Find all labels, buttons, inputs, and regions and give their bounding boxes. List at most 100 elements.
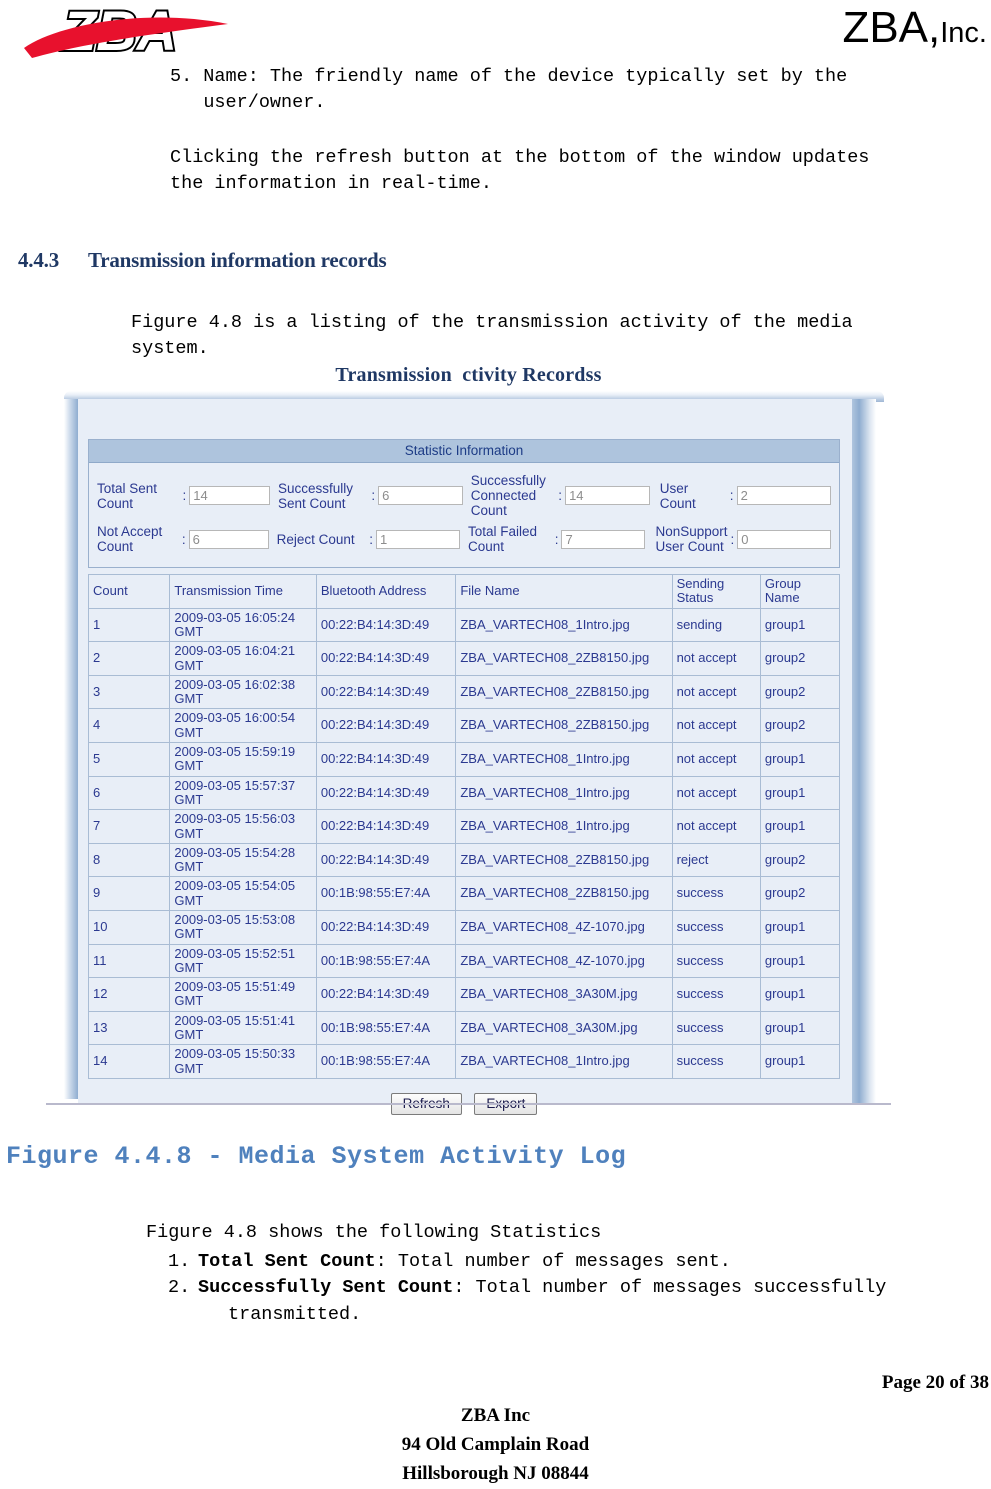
- separator-colon: :: [371, 488, 376, 504]
- input-successfully-connected-count[interactable]: 14: [565, 486, 650, 506]
- footer-street: 94 Old Camplain Road: [401, 1433, 590, 1455]
- window-right-edge-scrollbar[interactable]: [852, 399, 876, 1103]
- cell-file-name: ZBA_VARTECH08_2ZB8150.jpg: [455, 708, 673, 744]
- label-successfully-connected-count: Successfully Connected Count: [470, 473, 546, 519]
- cell-count: 4: [87, 708, 171, 744]
- column-header-sending-status[interactable]: Sending Status: [671, 573, 761, 609]
- cell-count: 9: [87, 876, 171, 911]
- separator-colon: :: [554, 531, 559, 547]
- statistic-fields-grid: Total Sent Count : 14 Successfully Sent …: [89, 463, 839, 567]
- label-not-accept-count: Not Accept Count: [97, 524, 163, 555]
- cell-sending-status: not accept: [671, 708, 761, 744]
- zba-logo-icon: ZBA: [24, 2, 228, 64]
- cell-count: 5: [87, 742, 171, 777]
- cell-file-name: ZBA_VARTECH08_2ZB8150.jpg: [455, 674, 673, 710]
- cell-count: 3: [87, 674, 171, 710]
- zba-logo: ZBA: [18, 2, 268, 64]
- separator-colon: :: [181, 531, 186, 547]
- input-total-sent-count[interactable]: 14: [189, 486, 270, 506]
- table-row[interactable]: 3 2009-03-05 16:02:38 GMT 00:22:B4:14:3D:4…: [87, 674, 841, 710]
- table-row[interactable]: 8 2009-03-05 15:54:28 GMT 00:22:B4:14:3D:4…: [87, 842, 841, 878]
- input-total-failed-count[interactable]: 7: [561, 529, 646, 549]
- list-item-number: 2.: [168, 1277, 191, 1299]
- cell-bluetooth-address: 00:22:B4:14:3D:49: [315, 607, 457, 643]
- cell-bluetooth-address: 00:22:B4:14:3D:49: [315, 742, 457, 777]
- footer-company: ZBA Inc: [460, 1405, 531, 1426]
- input-nonsupport-user-count[interactable]: 0: [737, 529, 831, 549]
- cell-bluetooth-address: 00:1B:98:55:E7:4A: [315, 1044, 457, 1079]
- cell-group-name: group1: [759, 742, 841, 777]
- page-header: ZBA ZBA,Inc.: [0, 0, 991, 68]
- cell-sending-status: success: [671, 909, 761, 945]
- cell-group-name: group1: [759, 1044, 841, 1079]
- cell-bluetooth-address: 00:22:B4:14:3D:49: [315, 775, 457, 811]
- separator-colon: :: [729, 488, 734, 504]
- statistic-row-1: Total Sent Count : 14 Successfully Sent …: [97, 473, 832, 519]
- table-row[interactable]: 12 2009-03-05 15:51:49 GMT 00:22:B4:14:3D:…: [87, 977, 841, 1012]
- table-row[interactable]: 4 2009-03-05 16:00:54 GMT 00:22:B4:14:3D:4…: [87, 708, 841, 744]
- table-row[interactable]: 1 2009-03-05 16:05:24 GMT 00:22:B4:14:3D:4…: [87, 607, 841, 643]
- cell-group-name: group2: [759, 674, 841, 710]
- cell-sending-status: reject: [671, 842, 761, 878]
- cell-count: 8: [87, 842, 171, 878]
- table-row[interactable]: 14 2009-03-05 15:50:33 GMT 00:1B:98:55:E7:…: [87, 1044, 841, 1079]
- cell-count: 11: [87, 943, 171, 979]
- separator-colon: :: [558, 488, 563, 504]
- table-row[interactable]: 13 2009-03-05 15:51:41 GMT 00:1B:98:55:E7:…: [87, 1010, 841, 1046]
- footer-address: ZBA Inc 94 Old Camplain Road Hillsboroug…: [0, 1402, 991, 1489]
- cell-file-name: ZBA_VARTECH08_1Intro.jpg: [455, 809, 673, 844]
- cell-group-name: group1: [759, 909, 841, 945]
- cell-file-name: ZBA_VARTECH08_3A30M.jpg: [455, 1010, 673, 1046]
- cell-sending-status: not accept: [671, 641, 761, 676]
- list-item-number: 1.: [168, 1251, 191, 1272]
- table-row[interactable]: 2 2009-03-05 16:04:21 GMT 00:22:B4:14:3D:4…: [87, 641, 841, 676]
- cell-transmission-time: 2009-03-05 15:52:51 GMT: [169, 943, 317, 979]
- label-nonsupport-user-count: NonSupport User Count: [655, 524, 728, 555]
- column-header-transmission-time[interactable]: Transmission Time: [169, 573, 317, 609]
- window-content-area: Statistic Information Total Sent Count :…: [78, 399, 852, 1115]
- table-row[interactable]: 6 2009-03-05 15:57:37 GMT 00:22:B4:14:3D:4…: [87, 775, 841, 811]
- column-header-count[interactable]: Count: [87, 573, 171, 609]
- cell-file-name: ZBA_VARTECH08_2ZB8150.jpg: [455, 842, 673, 878]
- cell-bluetooth-address: 00:1B:98:55:E7:4A: [315, 943, 457, 979]
- section-heading: 4.4.3 Transmission information records: [18, 248, 387, 273]
- statistic-information-panel: Statistic Information Total Sent Count :…: [88, 439, 840, 568]
- table-row[interactable]: 7 2009-03-05 15:56:03 GMT 00:22:B4:14:3D:4…: [87, 809, 841, 844]
- cell-bluetooth-address: 00:22:B4:14:3D:49: [315, 641, 457, 676]
- cell-group-name: group1: [759, 1010, 841, 1046]
- page-number: Page 20 of 38: [881, 1372, 989, 1393]
- cell-count: 2: [87, 641, 171, 676]
- cell-transmission-time: 2009-03-05 15:54:05 GMT: [169, 876, 317, 911]
- cell-bluetooth-address: 00:22:B4:14:3D:49: [315, 842, 457, 878]
- paragraph-statistics-intro: Figure 4.8 shows the following Statistic…: [146, 1222, 602, 1243]
- label-total-sent-count: Total Sent Count: [97, 480, 158, 511]
- label-reject-count: Reject Count: [276, 531, 355, 547]
- cell-transmission-time: 2009-03-05 15:51:49 GMT: [169, 977, 317, 1012]
- cell-transmission-time: 2009-03-05 16:04:21 GMT: [169, 641, 317, 676]
- cell-transmission-time: 2009-03-05 15:59:19 GMT: [169, 742, 317, 777]
- input-user-count[interactable]: 2: [736, 486, 832, 506]
- cell-group-name: group2: [759, 876, 841, 911]
- cell-file-name: ZBA_VARTECH08_4Z-1070.jpg: [455, 943, 673, 979]
- column-header-bluetooth-address[interactable]: Bluetooth Address: [315, 573, 457, 609]
- label-total-failed-count: Total Failed Count: [467, 524, 538, 555]
- column-header-group-name[interactable]: Group Name: [759, 573, 841, 609]
- cell-file-name: ZBA_VARTECH08_4Z-1070.jpg: [455, 909, 673, 945]
- table-row[interactable]: 9 2009-03-05 15:54:05 GMT 00:1B:98:55:E7:4…: [87, 876, 841, 911]
- input-successfully-sent-count[interactable]: 6: [378, 486, 463, 506]
- list-item-continuation: transmitted.: [228, 1303, 362, 1325]
- table-row[interactable]: 11 2009-03-05 15:52:51 GMT 00:1B:98:55:E7:…: [87, 943, 841, 979]
- label-successfully-sent-count: Successfully Sent Count: [278, 480, 354, 511]
- input-reject-count[interactable]: 1: [376, 529, 460, 549]
- cell-transmission-time: 2009-03-05 16:00:54 GMT: [169, 708, 317, 744]
- statistic-information-title: Statistic Information: [89, 440, 839, 463]
- table-row[interactable]: 5 2009-03-05 15:59:19 GMT 00:22:B4:14:3D:4…: [87, 742, 841, 777]
- column-header-file-name[interactable]: File Name: [455, 573, 673, 609]
- cell-bluetooth-address: 00:1B:98:55:E7:4A: [315, 1010, 457, 1046]
- input-not-accept-count[interactable]: 6: [188, 529, 269, 549]
- list-item-term: Total Sent Count: [198, 1251, 376, 1272]
- paragraph-name-item: 5. Name: The friendly name of the device…: [170, 66, 848, 114]
- table-row[interactable]: 10 2009-03-05 15:53:08 GMT 00:22:B4:14:3D:…: [87, 909, 841, 945]
- cell-group-name: group1: [759, 977, 841, 1012]
- cell-group-name: group2: [759, 641, 841, 676]
